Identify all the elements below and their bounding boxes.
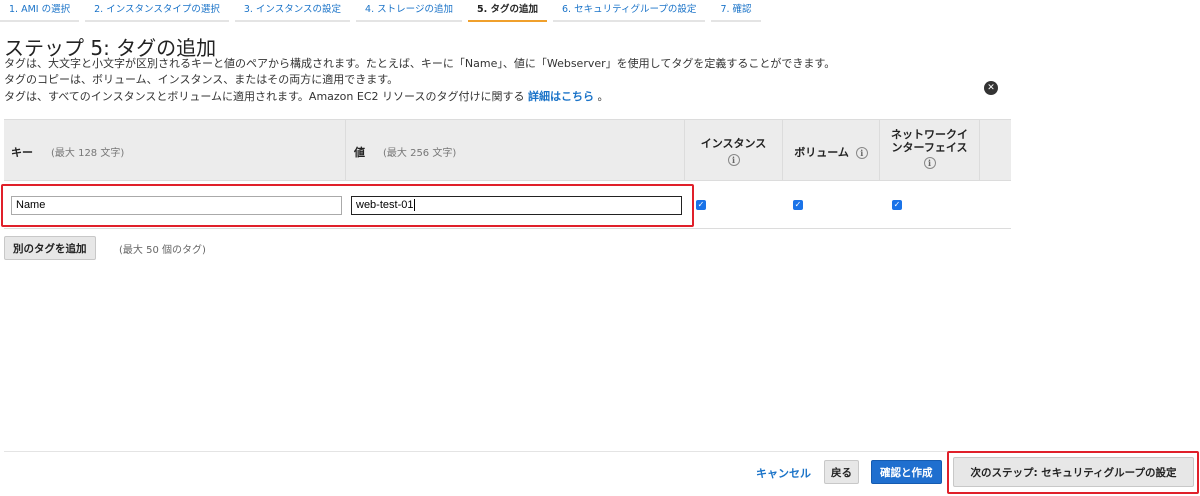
header-volumes-label: ボリューム <box>794 146 849 159</box>
step-add-storage[interactable]: 4. ストレージの追加 <box>356 0 462 22</box>
check-icon: ✓ <box>697 200 705 209</box>
step-instance-type[interactable]: 2. インスタンスタイプの選択 <box>85 0 229 22</box>
tag-value-input[interactable]: web-test-01 <box>351 196 682 215</box>
description-line-1: タグは、大文字と小文字が区別されるキーと値のペアから構成されます。たとえば、キー… <box>4 57 836 70</box>
max-tags-hint: (最大 50 個のタグ) <box>119 245 206 256</box>
checkbox-instances[interactable]: ✓ <box>696 200 706 210</box>
header-key-label: キー <box>11 146 33 159</box>
next-step-button[interactable]: 次のステップ: セキュリティグループの設定 <box>953 457 1194 487</box>
description-line-2: タグのコピーは、ボリューム、インスタンス、またはその両方に適用できます。 <box>4 73 399 86</box>
header-value-label: 値 <box>354 146 365 159</box>
learn-more-link[interactable]: 詳細はこちら <box>528 90 594 103</box>
header-value: 値 (最大 256 文字) <box>346 120 685 180</box>
header-network-label-1: ネットワークイ <box>891 128 968 141</box>
checkbox-network-interfaces[interactable]: ✓ <box>892 200 902 210</box>
checkbox-volumes[interactable]: ✓ <box>793 200 803 210</box>
step-review[interactable]: 7. 確認 <box>711 0 761 22</box>
header-network-label-2: ンターフェイス <box>891 141 968 154</box>
cancel-link[interactable]: キャンセル <box>756 465 811 481</box>
header-key-hint: (最大 128 文字) <box>51 148 125 159</box>
step-configure-instance[interactable]: 3. インスタンスの設定 <box>234 0 351 22</box>
tag-value-value: web-test-01 <box>356 199 414 211</box>
step-ami[interactable]: 1. AMI の選択 <box>0 0 80 22</box>
header-key: キー (最大 128 文字) <box>4 120 346 180</box>
review-and-launch-button[interactable]: 確認と作成 <box>871 460 942 484</box>
back-button[interactable]: 戻る <box>824 460 859 484</box>
wizard-steps: 1. AMI の選択 2. インスタンスタイプの選択 3. インスタンスの設定 … <box>0 0 767 22</box>
table-header: キー (最大 128 文字) 値 (最大 256 文字) インスタンス i ボリュー… <box>4 119 1011 181</box>
description-end: 。 <box>597 90 609 103</box>
text-caret <box>414 199 416 212</box>
info-icon[interactable]: i <box>727 154 740 166</box>
info-icon[interactable]: i <box>855 147 868 159</box>
table-row: Name web-test-01 ✓ ✓ ✓ <box>4 181 1011 229</box>
check-icon: ✓ <box>794 200 802 209</box>
footer-divider <box>4 451 1198 452</box>
check-icon: ✓ <box>893 200 901 209</box>
step-security-group[interactable]: 6. セキュリティグループの設定 <box>552 0 706 22</box>
tag-key-value: Name <box>16 199 46 211</box>
header-instances: インスタンス i <box>685 120 783 180</box>
info-icon[interactable]: i <box>923 157 936 169</box>
remove-circle-icon[interactable]: ✕ <box>984 81 998 95</box>
description-text: タグは、すべてのインスタンスとボリュームに適用されます。Amazon EC2 リ… <box>4 90 525 103</box>
header-volumes: ボリューム i <box>783 120 880 180</box>
header-network-interfaces: ネットワークイ ンターフェイス i <box>880 120 980 180</box>
header-instances-label: インスタンス <box>700 137 767 150</box>
add-tag-button[interactable]: 別のタグを追加 <box>4 236 96 260</box>
tag-table: キー (最大 128 文字) 値 (最大 256 文字) インスタンス i ボリュー… <box>4 119 1011 229</box>
description-line-3: タグは、すべてのインスタンスとボリュームに適用されます。Amazon EC2 リ… <box>4 88 608 104</box>
tag-key-input[interactable]: Name <box>11 196 342 215</box>
step-add-tags[interactable]: 5. タグの追加 <box>467 0 547 22</box>
header-value-hint: (最大 256 文字) <box>383 148 457 159</box>
